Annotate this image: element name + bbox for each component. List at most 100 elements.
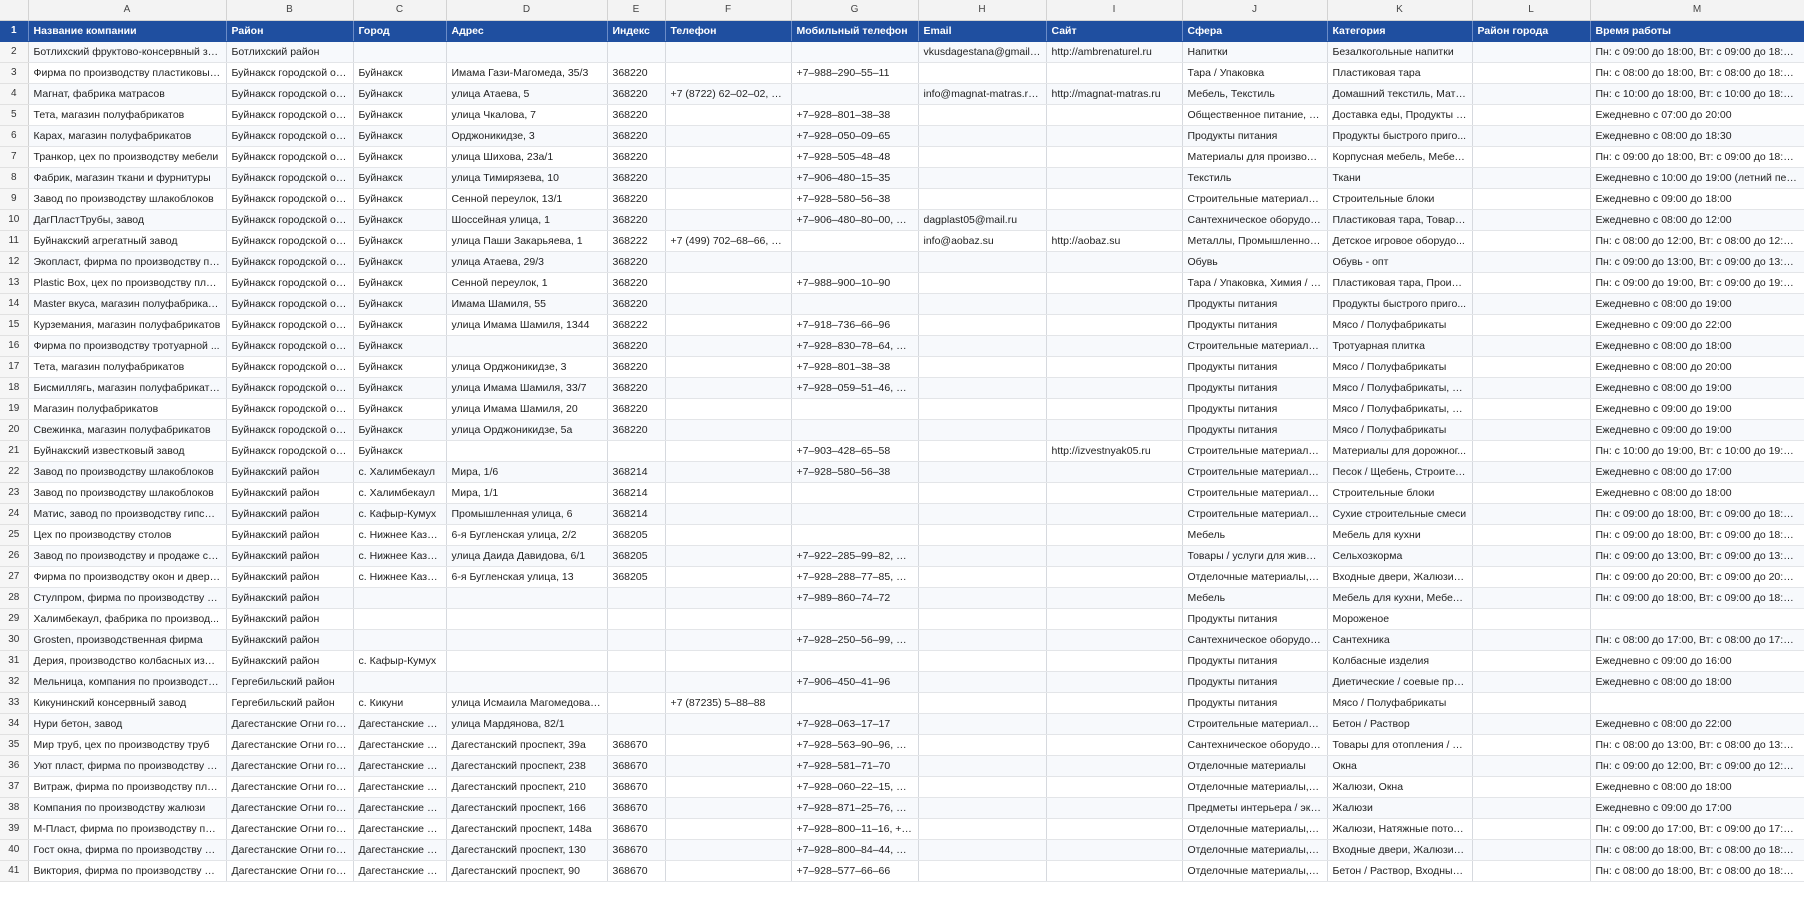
cell-d[interactable] — [446, 650, 608, 672]
cell-h[interactable] — [918, 377, 1047, 399]
header-cell[interactable]: Мобильный телефон — [791, 20, 919, 42]
cell-m[interactable]: Пн: с 08:00 до 18:00, Вт: с 08:00 до 18:… — [1590, 860, 1804, 882]
cell-b[interactable]: Ботлихский район — [226, 41, 354, 63]
cell-m[interactable]: Ежедневно с 09:00 до 19:00 — [1590, 398, 1804, 420]
header-cell[interactable]: Сфера — [1182, 20, 1328, 42]
cell-g[interactable] — [791, 482, 919, 504]
cell-h[interactable] — [918, 755, 1047, 777]
cell-h[interactable] — [918, 314, 1047, 336]
cell-f[interactable] — [665, 377, 792, 399]
cell-a[interactable]: Курземания, магазин полуфабрикатов — [28, 314, 227, 336]
cell-b[interactable]: Дагестанские Огни гор... — [226, 797, 354, 819]
select-all-corner[interactable] — [0, 0, 29, 21]
cell-c[interactable]: Буйнакск — [353, 230, 447, 252]
cell-i[interactable] — [1046, 209, 1183, 231]
cell-k[interactable]: Тротуарная плитка — [1327, 335, 1473, 357]
cell-d[interactable]: Мира, 1/1 — [446, 482, 608, 504]
row-number[interactable]: 23 — [0, 482, 29, 504]
cell-c[interactable]: Буйнакск — [353, 251, 447, 273]
cell-i[interactable] — [1046, 839, 1183, 861]
cell-k[interactable]: Пластиковая тара — [1327, 62, 1473, 84]
cell-i[interactable] — [1046, 461, 1183, 483]
cell-h[interactable] — [918, 734, 1047, 756]
cell-h[interactable] — [918, 524, 1047, 546]
cell-i[interactable] — [1046, 146, 1183, 168]
cell-m[interactable]: Ежедневно с 09:00 до 17:00 — [1590, 797, 1804, 819]
cell-l[interactable] — [1472, 860, 1591, 882]
cell-b[interactable]: Буйнакск городской ок... — [226, 251, 354, 273]
cell-a[interactable]: Витраж, фирма по производству плас... — [28, 776, 227, 798]
cell-g[interactable]: +7–928–250–56–99, +7... — [791, 629, 919, 651]
cell-f[interactable] — [665, 419, 792, 441]
cell-g[interactable]: +7–989–860–74–72 — [791, 587, 919, 609]
cell-k[interactable]: Мясо / Полуфабрикаты — [1327, 692, 1473, 714]
cell-k[interactable]: Пластиковая тара, Произв... — [1327, 272, 1473, 294]
cell-k[interactable]: Мясо / Полуфабрикаты — [1327, 314, 1473, 336]
row-number[interactable]: 39 — [0, 818, 29, 840]
cell-f[interactable] — [665, 461, 792, 483]
cell-d[interactable]: Дагестанский проспект, 148а — [446, 818, 608, 840]
cell-c[interactable]: Дагестанские О... — [353, 797, 447, 819]
cell-c[interactable] — [353, 587, 447, 609]
row-number[interactable]: 21 — [0, 440, 29, 462]
cell-e[interactable]: 368214 — [607, 503, 666, 525]
cell-c[interactable]: Буйнакск — [353, 62, 447, 84]
cell-k[interactable]: Продукты быстрого приго... — [1327, 125, 1473, 147]
cell-j[interactable]: Текстиль — [1182, 167, 1328, 189]
column-header-j[interactable]: J — [1182, 0, 1328, 21]
cell-e[interactable]: 368222 — [607, 230, 666, 252]
cell-g[interactable] — [791, 524, 919, 546]
cell-j[interactable]: Мебель — [1182, 587, 1328, 609]
cell-j[interactable]: Продукты питания — [1182, 398, 1328, 420]
cell-k[interactable]: Колбасные изделия — [1327, 650, 1473, 672]
cell-m[interactable]: Пн: с 09:00 до 18:00, Вт: с 09:00 до 18:… — [1590, 503, 1804, 525]
cell-m[interactable]: Пн: с 09:00 до 17:00, Вт: с 09:00 до 17:… — [1590, 818, 1804, 840]
cell-d[interactable]: улица Атаева, 29/3 — [446, 251, 608, 273]
cell-f[interactable]: +7 (87235) 5–88–88 — [665, 692, 792, 714]
cell-c[interactable]: Буйнакск — [353, 335, 447, 357]
cell-d[interactable]: улица Орджоникидзе, 5а — [446, 419, 608, 441]
cell-a[interactable]: Завод по производству шлакоблоков — [28, 482, 227, 504]
cell-f[interactable] — [665, 146, 792, 168]
header-cell[interactable]: Время работы — [1590, 20, 1804, 42]
cell-i[interactable] — [1046, 608, 1183, 630]
cell-k[interactable]: Жалюзи, Окна — [1327, 776, 1473, 798]
cell-g[interactable]: +7–928–801–38–38 — [791, 104, 919, 126]
cell-a[interactable]: Магазин полуфабрикатов — [28, 398, 227, 420]
cell-a[interactable]: Дерия, производство колбасных изде... — [28, 650, 227, 672]
cell-j[interactable]: Продукты питания — [1182, 293, 1328, 315]
row-number[interactable]: 11 — [0, 230, 29, 252]
cell-j[interactable]: Отделочные материалы, П... — [1182, 839, 1328, 861]
cell-l[interactable] — [1472, 188, 1591, 210]
cell-j[interactable]: Тара / Упаковка, Химия / В... — [1182, 272, 1328, 294]
cell-a[interactable]: Фирма по производству тротуарной ... — [28, 335, 227, 357]
cell-b[interactable]: Буйнакск городской ок... — [226, 293, 354, 315]
cell-g[interactable]: +7–928–063–17–17 — [791, 713, 919, 735]
cell-k[interactable]: Сельхозкорма — [1327, 545, 1473, 567]
cell-m[interactable]: Пн: с 09:00 до 18:00, Вт: с 09:00 до 18:… — [1590, 146, 1804, 168]
cell-f[interactable] — [665, 776, 792, 798]
row-number[interactable]: 13 — [0, 272, 29, 294]
cell-i[interactable] — [1046, 503, 1183, 525]
cell-d[interactable]: Дагестанский проспект, 130 — [446, 839, 608, 861]
cell-b[interactable]: Буйнакский район — [226, 482, 354, 504]
column-header-e[interactable]: E — [607, 0, 666, 21]
cell-c[interactable]: с. Халимбекаул — [353, 461, 447, 483]
cell-m[interactable]: Пн: с 08:00 до 17:00, Вт: с 08:00 до 17:… — [1590, 629, 1804, 651]
cell-h[interactable]: info@magnat-matras.ru... — [918, 83, 1047, 105]
cell-l[interactable] — [1472, 608, 1591, 630]
cell-k[interactable]: Мороженое — [1327, 608, 1473, 630]
cell-k[interactable]: Жалюзи — [1327, 797, 1473, 819]
row-number[interactable]: 22 — [0, 461, 29, 483]
cell-h[interactable] — [918, 566, 1047, 588]
cell-h[interactable] — [918, 104, 1047, 126]
cell-a[interactable]: Plastic Box, цех по производству плас... — [28, 272, 227, 294]
row-number[interactable]: 35 — [0, 734, 29, 756]
cell-m[interactable]: Пн: с 09:00 до 18:00, Вт: с 09:00 до 18:… — [1590, 524, 1804, 546]
cell-i[interactable] — [1046, 272, 1183, 294]
cell-m[interactable]: Ежедневно с 08:00 до 18:00 — [1590, 776, 1804, 798]
cell-k[interactable]: Мясо / Полуфабрикаты — [1327, 356, 1473, 378]
cell-e[interactable]: 368220 — [607, 146, 666, 168]
cell-d[interactable]: улица Орджоникидзе, 3 — [446, 356, 608, 378]
cell-a[interactable]: Завод по производству шлакоблоков — [28, 461, 227, 483]
